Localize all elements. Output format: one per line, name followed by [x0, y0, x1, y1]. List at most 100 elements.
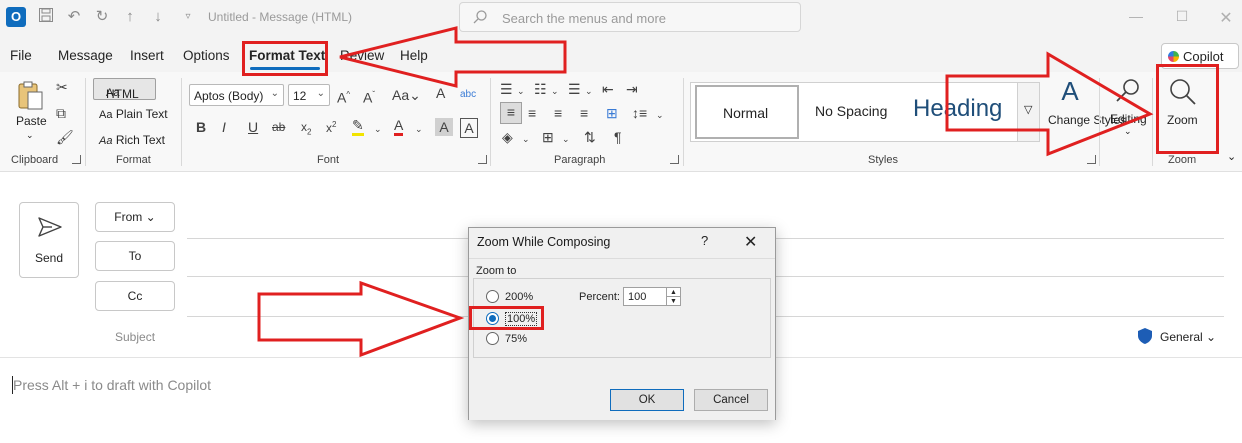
- redo-icon[interactable]: ↻: [92, 7, 112, 27]
- cc-button[interactable]: Cc: [95, 281, 175, 311]
- editing-icon[interactable]: [1112, 76, 1144, 108]
- paragraph-launcher-icon[interactable]: [670, 155, 679, 164]
- radio-200[interactable]: [486, 290, 499, 303]
- subscript-icon[interactable]: x2: [301, 118, 311, 141]
- spin-down-icon[interactable]: ▼: [666, 297, 680, 306]
- change-styles-icon[interactable]: A: [1055, 78, 1085, 104]
- sort-icon[interactable]: ⇅: [584, 128, 596, 146]
- format-plain-text-button[interactable]: Aa Plain Text: [99, 107, 168, 121]
- styles-more-button[interactable]: ▽: [1017, 83, 1039, 141]
- editing-label[interactable]: Editing: [1110, 112, 1147, 126]
- radio-75[interactable]: [486, 332, 499, 345]
- show-marks-icon[interactable]: ¶: [614, 128, 622, 146]
- clipboard-launcher-icon[interactable]: [72, 155, 81, 164]
- style-no-spacing[interactable]: No Spacing: [815, 103, 887, 119]
- bullets-icon[interactable]: ☰: [500, 80, 513, 98]
- font-size-dropdown[interactable]: 12 ⌄: [288, 84, 330, 106]
- close-window-icon[interactable]: ✕: [1216, 8, 1236, 27]
- arrow-down-icon[interactable]: ↓: [148, 7, 168, 27]
- copy-icon[interactable]: ⧉: [56, 104, 66, 122]
- subject-field[interactable]: Subject: [115, 330, 155, 344]
- font-launcher-icon[interactable]: [478, 155, 487, 164]
- text-shading-icon[interactable]: A: [435, 118, 453, 136]
- maximize-icon[interactable]: ☐: [1172, 8, 1192, 26]
- tab-message[interactable]: Message: [58, 48, 113, 63]
- text-border-icon[interactable]: A: [460, 118, 478, 138]
- tab-help[interactable]: Help: [400, 48, 428, 63]
- save-icon[interactable]: [36, 7, 56, 27]
- group-label-zoom: Zoom: [1168, 154, 1197, 166]
- to-button[interactable]: To: [95, 241, 175, 271]
- format-painter-icon[interactable]: 🖌: [56, 128, 74, 146]
- close-icon[interactable]: ✕: [744, 232, 757, 252]
- paste-label[interactable]: Paste: [16, 114, 47, 128]
- minimize-icon[interactable]: —: [1126, 8, 1146, 26]
- style-heading[interactable]: Heading: [913, 95, 1002, 123]
- arrow-up-icon[interactable]: ↑: [120, 7, 140, 27]
- search-icon: [473, 10, 487, 24]
- send-button[interactable]: Send: [19, 202, 79, 278]
- line-spacing-icon[interactable]: ↕≡: [632, 104, 647, 122]
- font-color-icon[interactable]: A: [394, 116, 404, 136]
- search-box[interactable]: Search the menus and more: [459, 2, 801, 32]
- from-button[interactable]: From ⌄: [95, 202, 175, 232]
- chevron-down-icon[interactable]: ⌄: [551, 82, 559, 100]
- title-bar: O ↶ ↻ ↑ ↓ ▿ Untitled - Message (HTML) Se…: [0, 0, 1242, 36]
- chevron-down-icon[interactable]: ⌄: [656, 106, 664, 124]
- chevron-down-icon[interactable]: ⌄: [585, 82, 593, 100]
- percent-input[interactable]: 100 ▲ ▼: [623, 287, 681, 306]
- undo-icon[interactable]: ↶: [64, 7, 84, 27]
- radio-75-label[interactable]: 75%: [505, 333, 527, 345]
- collapse-ribbon-icon[interactable]: ⌄: [1227, 150, 1236, 163]
- chevron-down-icon[interactable]: ⌄: [562, 130, 570, 148]
- chevron-down-icon[interactable]: ⌄: [415, 120, 423, 138]
- cut-icon[interactable]: ✂: [56, 78, 68, 96]
- font-name-dropdown[interactable]: Aptos (Body) ⌄: [189, 84, 284, 106]
- chevron-down-icon[interactable]: ⌄: [522, 130, 530, 148]
- customize-toolbar-icon[interactable]: ▿: [178, 7, 198, 27]
- spelling-icon[interactable]: abc: [460, 86, 476, 104]
- align-center-icon[interactable]: ≡: [528, 104, 536, 122]
- justify-icon[interactable]: ≡: [580, 104, 588, 122]
- message-body[interactable]: Press Alt + i to draft with Copilot: [13, 377, 211, 393]
- paste-icon[interactable]: [16, 80, 46, 110]
- superscript-icon[interactable]: x2: [326, 116, 336, 137]
- tab-insert[interactable]: Insert: [130, 48, 164, 63]
- style-normal[interactable]: Normal: [695, 85, 799, 139]
- paste-chevron-icon[interactable]: ⌄: [26, 130, 34, 141]
- tab-review[interactable]: Review: [340, 48, 384, 63]
- italic-icon[interactable]: I: [222, 118, 226, 136]
- numbering-icon[interactable]: ☷: [534, 80, 547, 98]
- shading-icon[interactable]: ◈: [502, 128, 513, 146]
- styles-launcher-icon[interactable]: [1087, 155, 1096, 164]
- ok-button[interactable]: OK: [610, 389, 684, 411]
- highlight-icon[interactable]: ✎: [352, 116, 364, 136]
- grow-font-icon[interactable]: A^: [337, 86, 350, 107]
- borders-icon[interactable]: ⊞: [542, 128, 554, 146]
- increase-indent-icon[interactable]: ⇥: [626, 80, 638, 98]
- align-right-icon[interactable]: ≡: [554, 104, 562, 122]
- align-left-icon[interactable]: ≡: [500, 102, 522, 124]
- spin-up-icon[interactable]: ▲: [666, 288, 680, 297]
- chevron-down-icon[interactable]: ⌄: [1124, 126, 1132, 137]
- format-html-button[interactable]: Aa HTML: [93, 78, 156, 101]
- chevron-down-icon[interactable]: ⌄: [374, 120, 382, 138]
- shrink-font-icon[interactable]: Aˇ: [363, 86, 375, 107]
- decrease-indent-icon[interactable]: ⇤: [602, 80, 614, 98]
- underline-icon[interactable]: U: [248, 118, 258, 136]
- bold-icon[interactable]: B: [196, 118, 206, 136]
- tab-file[interactable]: File: [10, 48, 32, 63]
- clear-formatting-icon[interactable]: A: [436, 84, 445, 102]
- format-rich-text-button[interactable]: Aa Rich Text: [99, 133, 165, 147]
- change-case-icon[interactable]: Aa⌄: [392, 86, 421, 104]
- tab-options[interactable]: Options: [183, 48, 230, 63]
- strikethrough-icon[interactable]: ab: [272, 118, 285, 136]
- help-icon[interactable]: ?: [701, 233, 708, 248]
- separator: [85, 78, 86, 166]
- highlight-box-format-text: [242, 41, 328, 76]
- multilevel-list-icon[interactable]: ☰: [568, 80, 581, 98]
- chevron-down-icon[interactable]: ⌄: [517, 82, 525, 100]
- cancel-button[interactable]: Cancel: [694, 389, 768, 411]
- distributed-icon[interactable]: ⊞: [606, 104, 618, 122]
- radio-200-label[interactable]: 200%: [505, 291, 533, 303]
